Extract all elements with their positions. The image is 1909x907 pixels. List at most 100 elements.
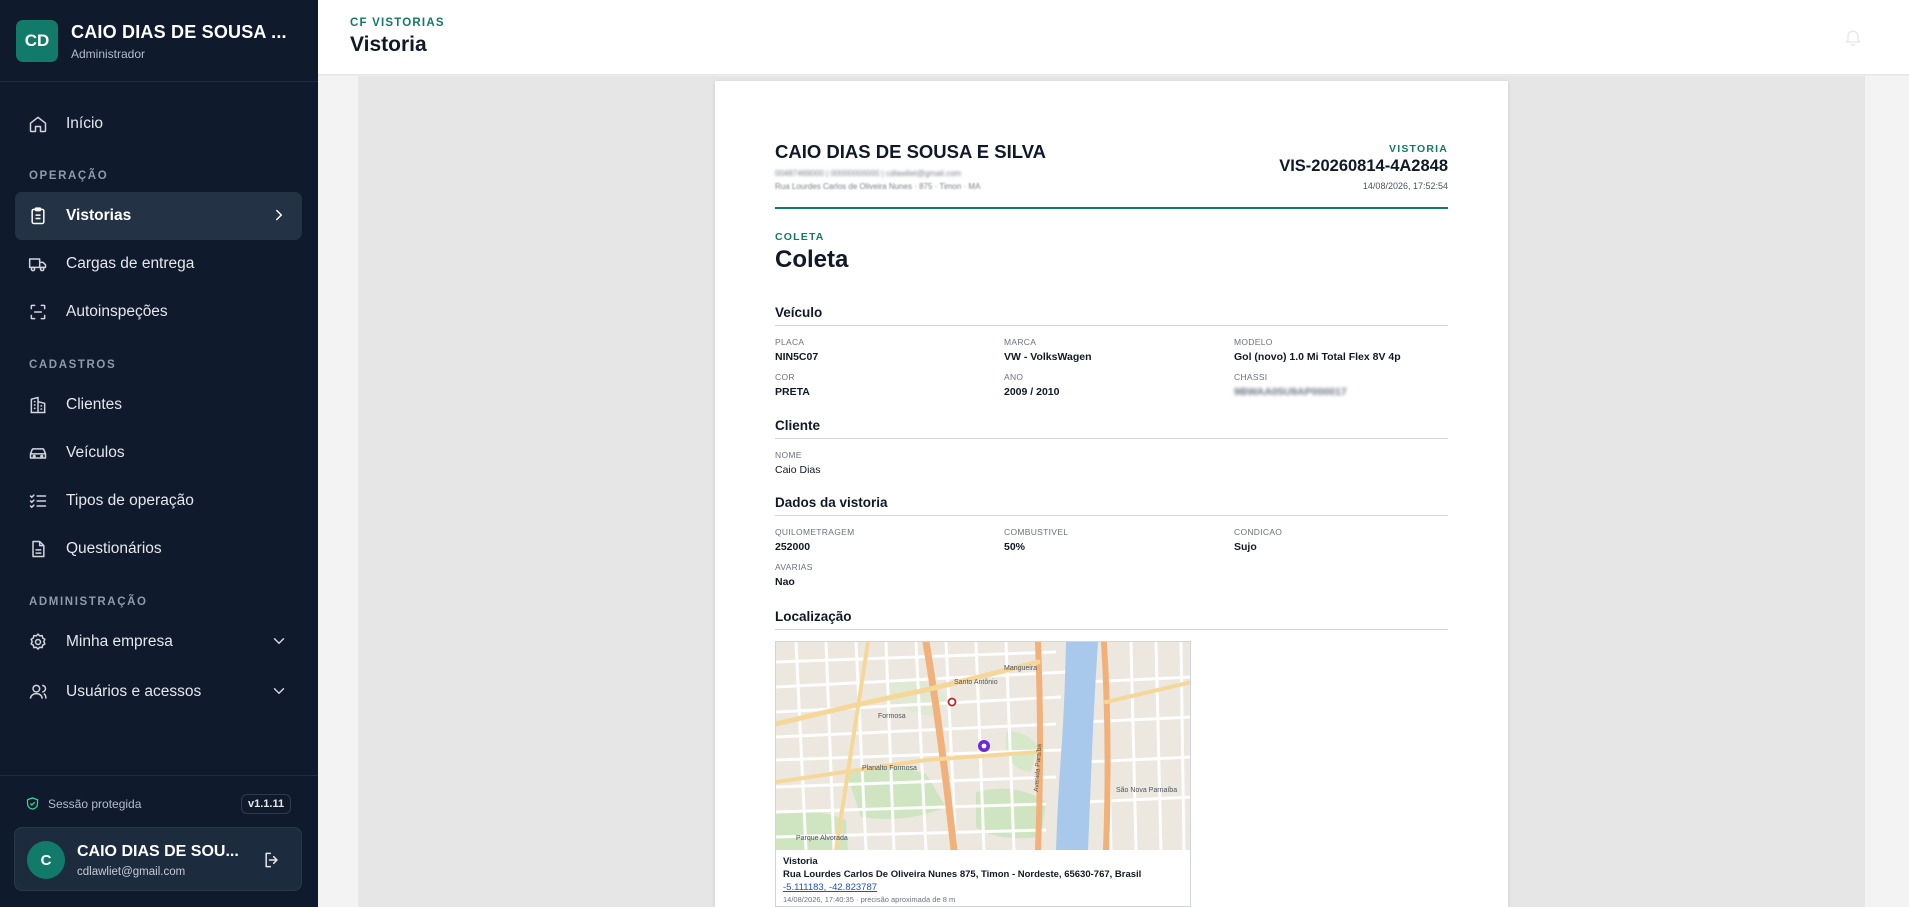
report-divider: [775, 207, 1448, 209]
sidebar-item-minha-empresa[interactable]: Minha empresa: [15, 618, 302, 666]
bell-icon[interactable]: [1843, 27, 1863, 47]
sidebar-item-label: Usuários e acessos: [66, 683, 202, 700]
field-label: AVARIAS: [775, 562, 813, 572]
map-label-formosa: Formosa: [878, 713, 906, 720]
sidebar-item-autoinspecoes[interactable]: Autoinspeções: [15, 288, 302, 336]
field-label: COMBUSTIVEL: [1004, 527, 1069, 537]
brand[interactable]: CD CAIO DIAS DE SOUSA ... Administrador: [16, 20, 287, 62]
checklist-icon: [29, 494, 47, 509]
sidebar-item-veiculos[interactable]: Veículos: [15, 429, 302, 477]
map-caption-meta: 14/08/2026, 17:40:35 · precisão aproxima…: [783, 895, 956, 904]
field-placa: PLACA NIN5C07: [775, 337, 818, 363]
user-icon: [29, 684, 47, 699]
clipboard-icon: [31, 207, 45, 225]
field-value: 50%: [1004, 541, 1026, 553]
building-icon: [30, 396, 46, 414]
section-title-cliente: Cliente: [775, 418, 1448, 439]
version-badge: v1.1.11: [241, 794, 292, 814]
sidebar-divider: [0, 775, 318, 776]
user-email: cdlawliet@gmail.com: [77, 866, 186, 878]
sidebar-item-vistorias[interactable]: Vistorias: [15, 192, 302, 240]
sidebar-item-clientes[interactable]: Clientes: [15, 381, 302, 429]
header-eyebrow: CF VISTORIAS: [350, 17, 445, 29]
chevron-right-icon: [276, 209, 283, 221]
location-map[interactable]: Santo Antônio Mangueira Formosa Planalto…: [775, 641, 1191, 907]
field-modelo: MODELO Gol (novo) 1.0 Mi Total Flex 8V 4…: [1234, 337, 1401, 363]
field-value: Caio Dias: [775, 464, 821, 476]
section-label-cadastros: CADASTROS: [29, 359, 117, 371]
truck-icon: [28, 258, 47, 272]
field-quilometragem: QUILOMETRAGEM 252000: [775, 527, 854, 553]
sidebar-item-tipos[interactable]: Tipos de operação: [15, 477, 302, 525]
document-icon: [32, 540, 45, 558]
car-icon: [29, 448, 47, 459]
field-label: CHASSI: [1234, 372, 1268, 382]
field-value: Nao: [775, 576, 795, 588]
sidebar-item-label: Questionários: [66, 540, 162, 557]
sidebar: CD CAIO DIAS DE SOUSA ... Administrador …: [0, 0, 318, 907]
user-name: CAIO DIAS DE SOU...: [77, 843, 239, 860]
field-ano: ANO 2009 / 2010: [1004, 372, 1059, 398]
field-label: ANO: [1004, 372, 1024, 382]
field-value: 252000: [775, 541, 811, 553]
sidebar-item-label: Minha empresa: [66, 633, 173, 650]
scan-icon: [30, 304, 46, 320]
field-label: CONDICAO: [1234, 527, 1283, 537]
content-gutter-left: [318, 76, 358, 907]
report-company-address: Rua Lourdes Carlos de Oliveira Nunes · 8…: [775, 182, 981, 191]
map-label-planalto: Planalto Formosa: [862, 765, 917, 772]
session-status: Sessão protegida: [25, 796, 141, 811]
section-label-operacao: OPERAÇÃO: [29, 170, 109, 182]
brand-role: Administrador: [71, 46, 146, 61]
map-label-santo-antonio: Santo Antônio: [954, 679, 998, 686]
avatar: C: [27, 841, 65, 879]
report-type-eyebrow: VISTORIA: [1389, 143, 1448, 155]
sidebar-item-label: Tipos de operação: [66, 492, 194, 509]
chevron-down-icon: [273, 638, 285, 645]
sidebar-item-label: Clientes: [66, 396, 122, 413]
user-card[interactable]: C CAIO DIAS DE SOU... cdlawliet@gmail.co…: [14, 827, 302, 891]
field-label: MODELO: [1234, 337, 1273, 347]
section-label-administracao: ADMINISTRAÇÃO: [29, 596, 148, 608]
field-label: MARCA: [1004, 337, 1037, 347]
field-label: QUILOMETRAGEM: [775, 527, 855, 537]
field-label: NOME: [775, 450, 802, 460]
map-caption: Vistoria Rua Lourdes Carlos De Oliveira …: [783, 856, 1183, 904]
field-label: COR: [775, 372, 795, 382]
gear-icon: [30, 633, 46, 650]
field-cor: COR PRETA: [775, 372, 810, 398]
map-label-sao-nova: São Nova Parnaíba: [1116, 787, 1177, 794]
sidebar-item-label: Veículos: [66, 444, 125, 461]
sidebar-item-inicio[interactable]: Início: [15, 100, 302, 148]
field-value: Sujo: [1234, 541, 1257, 553]
report-code: VIS-20260814-4A2848: [1279, 157, 1448, 175]
sidebar-item-cargas[interactable]: Cargas de entrega: [15, 240, 302, 288]
section-title-localizacao: Localização: [775, 609, 1448, 630]
sidebar-item-label: Autoinspeções: [66, 303, 168, 320]
inspection-report: CAIO DIAS DE SOUSA E SILVA 00487469000 |…: [715, 81, 1508, 907]
map-image: Santo Antônio Mangueira Formosa Planalto…: [776, 642, 1190, 850]
sidebar-item-questionarios[interactable]: Questionários: [15, 525, 302, 573]
chevron-down-icon: [273, 688, 285, 695]
map-label-mangueira: Mangueira: [1004, 665, 1037, 672]
home-icon: [29, 116, 47, 133]
report-company-name: CAIO DIAS DE SOUSA E SILVA: [775, 141, 1047, 162]
page-header: CF VISTORIAS Vistoria: [318, 0, 1909, 75]
sidebar-divider: [0, 81, 318, 82]
field-avarias: AVARIAS Nao: [775, 562, 813, 588]
sidebar-item-label: Início: [66, 115, 104, 132]
report-kind-eyebrow: COLETA: [775, 231, 825, 243]
report-company-contact: 00487469000 | 00000000000 | cdlawliet@gm…: [775, 169, 962, 178]
sidebar-item-label: Cargas de entrega: [66, 255, 195, 272]
content-gutter-right: [1865, 76, 1909, 907]
map-caption-title: Vistoria: [783, 856, 818, 867]
page-title: Vistoria: [350, 33, 427, 56]
map-caption-address: Rua Lourdes Carlos De Oliveira Nunes 875…: [783, 869, 1142, 880]
logout-icon[interactable]: [262, 850, 282, 870]
field-condicao: CONDICAO Sujo: [1234, 527, 1282, 553]
sidebar-item-usuarios[interactable]: Usuários e acessos: [15, 668, 302, 716]
section-title-dados: Dados da vistoria: [775, 495, 1448, 516]
map-coordinates-link[interactable]: -5.111183, -42.823787: [783, 882, 1183, 893]
section-title-veiculo: Veículo: [775, 305, 1448, 326]
map-label-parque-alvorada: Parque Alvorada: [796, 835, 848, 842]
